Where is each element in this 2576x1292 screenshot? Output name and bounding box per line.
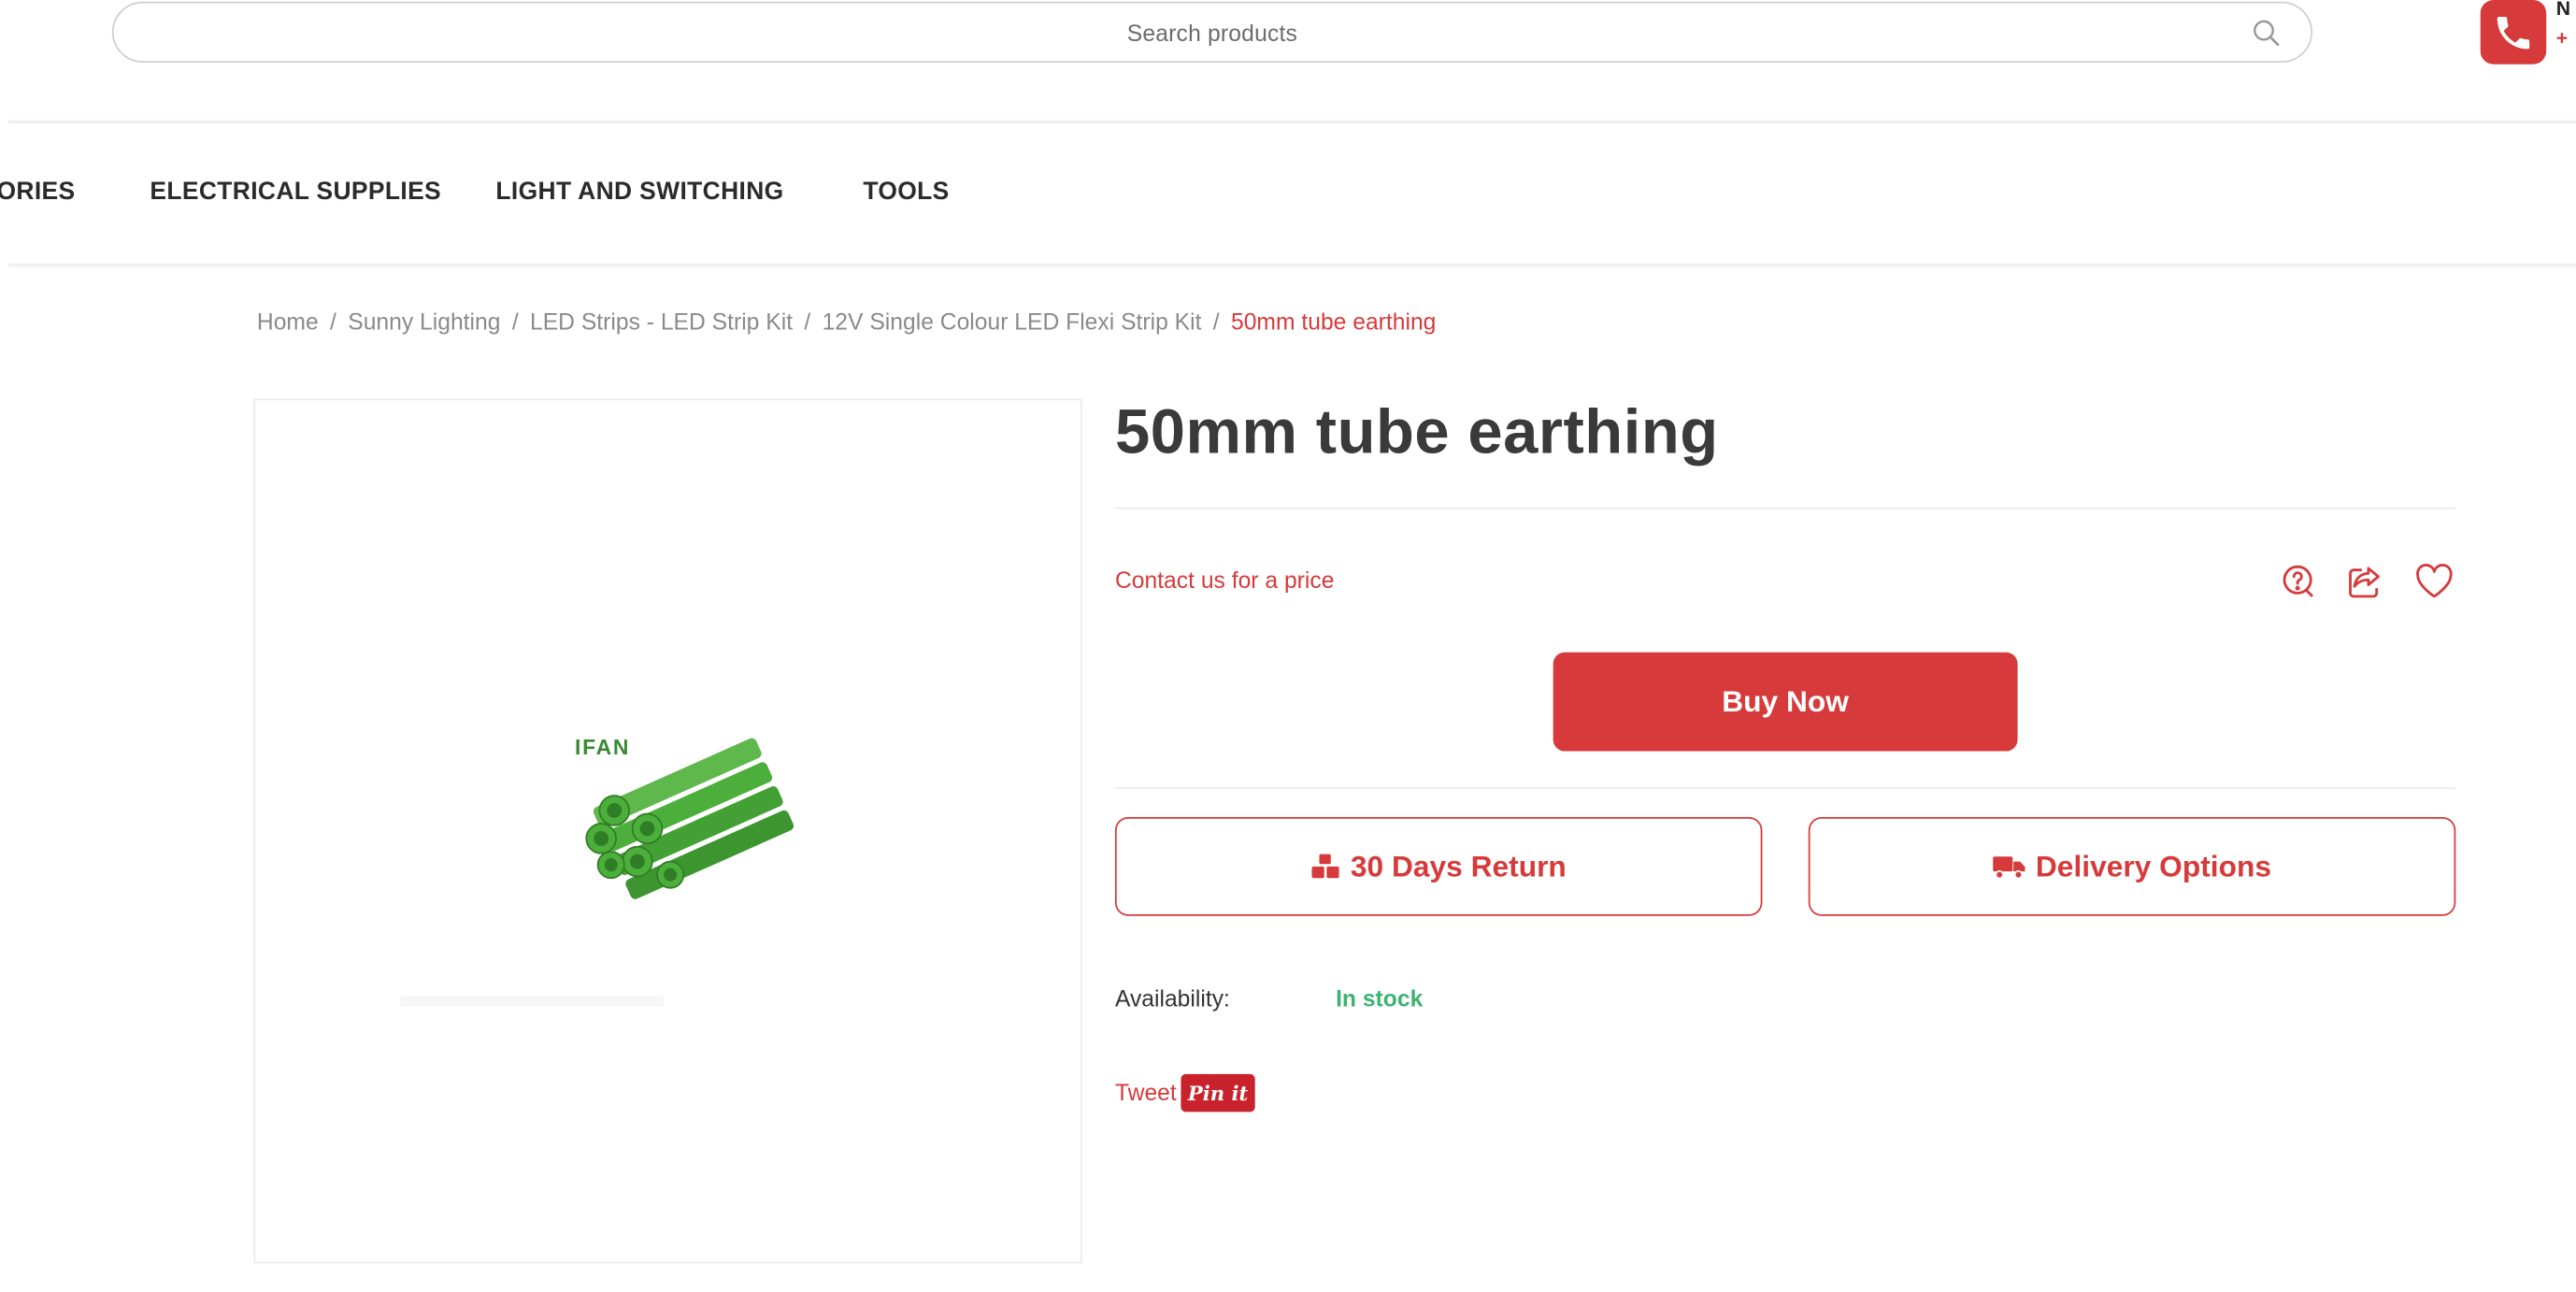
breadcrumb-flexi-strip-kit[interactable]: 12V Single Colour LED Flexi Strip Kit — [823, 309, 1202, 335]
breadcrumb-led-strips[interactable]: LED Strips - LED Strip Kit — [530, 309, 793, 335]
delivery-options-button[interactable]: Delivery Options — [1808, 817, 2456, 916]
product-title: 50mm tube earthing — [1114, 398, 1719, 468]
breadcrumb-current: 50mm tube earthing — [1230, 308, 1437, 335]
search-input[interactable]: Search products — [111, 1, 2312, 63]
tweet-link[interactable]: Tweet — [1115, 1079, 1177, 1105]
breadcrumb-separator: / — [330, 308, 336, 335]
breadcrumb: Home / Sunny Lighting / LED Strips - LED Str… — [257, 309, 1437, 335]
breadcrumb-sunny-lighting[interactable]: Sunny Lighting — [348, 309, 500, 335]
header-divider — [7, 120, 2576, 124]
phone-button[interactable] — [2480, 0, 2547, 65]
phone-line-2: + — [2555, 26, 2569, 50]
actions-divider — [1114, 787, 2456, 790]
breadcrumb-home[interactable]: Home — [257, 309, 319, 335]
pin-it-button[interactable]: Pin it — [1181, 1073, 1255, 1113]
nav-item-light-and-switching[interactable]: LIGHT AND SWITCHING — [495, 178, 783, 206]
truck-icon — [1993, 855, 2025, 879]
product-image-panel[interactable]: IFAN — [253, 398, 1082, 1264]
breadcrumb-separator: / — [804, 308, 811, 335]
share-icon — [2349, 567, 2380, 598]
returns-button[interactable]: 30 Days Return — [1114, 817, 1763, 916]
return-boxes-icon — [1311, 854, 1339, 879]
ask-question-button[interactable] — [2278, 560, 2321, 603]
delivery-options-label: Delivery Options — [2035, 849, 2271, 883]
buy-now-button[interactable]: Buy Now — [1553, 652, 2018, 752]
nav-item-electrical-supplies[interactable]: ELECTRICAL SUPPLIES — [150, 178, 441, 206]
wishlist-button[interactable] — [2412, 560, 2455, 603]
share-button[interactable] — [2343, 560, 2386, 603]
breadcrumb-separator: / — [1212, 308, 1220, 335]
phone-line-1: N — [2555, 0, 2571, 21]
availability-label: Availability: — [1114, 984, 1230, 1012]
search-icon[interactable] — [2252, 18, 2282, 48]
nav-item-tools[interactable]: TOOLS — [863, 178, 949, 206]
heart-icon — [2416, 564, 2453, 598]
title-divider — [1114, 507, 2456, 510]
search-placeholder: Search products — [1126, 19, 1298, 46]
page: Search products N + ORIES ELECTRICAL SUP… — [0, 0, 2576, 1291]
nav-item-accessories[interactable]: ORIES — [0, 178, 76, 206]
nav-divider — [7, 263, 2576, 267]
contact-for-price-link[interactable]: Contact us for a price — [1115, 567, 1334, 593]
ask-question-icon — [2283, 565, 2313, 597]
returns-label: 30 Days Return — [1350, 849, 1567, 883]
phone-contact: N + — [2556, 0, 2576, 52]
stock-status: In stock — [1336, 984, 1424, 1012]
product-image: IFAN — [400, 735, 794, 1007]
phone-icon — [2497, 16, 2530, 49]
product-brand-text: IFAN — [575, 735, 630, 759]
breadcrumb-separator: / — [511, 308, 519, 335]
